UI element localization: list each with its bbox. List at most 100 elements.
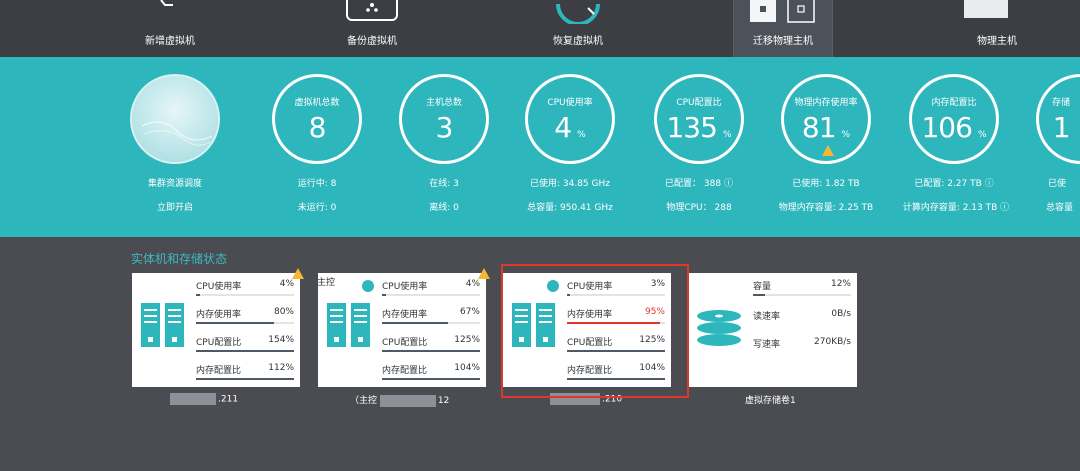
progress-fill bbox=[382, 294, 386, 296]
row-label: CPU使用率 bbox=[196, 282, 242, 292]
host-ip-suffix: 12 bbox=[437, 396, 450, 406]
progress-fill bbox=[196, 294, 200, 296]
row-label: 内存配置比 bbox=[196, 366, 242, 376]
memory-usage-row: 内存使用率 67% bbox=[382, 301, 480, 329]
warning-icon bbox=[478, 268, 490, 279]
cluster-enable-link[interactable]: 立即开启 bbox=[130, 200, 220, 213]
server-icon bbox=[141, 303, 184, 347]
cpu-used-stat: 已使用: 34.85 GHz bbox=[530, 179, 610, 189]
storage-used-stat: 已使 bbox=[1048, 179, 1067, 189]
row-label: CPU配置比 bbox=[382, 338, 428, 348]
gauge-value: 135 bbox=[666, 111, 717, 144]
progress-fill bbox=[382, 378, 480, 380]
server-icon bbox=[327, 303, 370, 347]
toolbar-label: 迁移物理主机 bbox=[753, 36, 813, 47]
toolbar-label: 备份虚拟机 bbox=[347, 36, 397, 47]
gauge-unit: % bbox=[841, 130, 851, 140]
compute-memory-stat: 计算内存容量: 2.13 TB ⓘ bbox=[894, 200, 1018, 213]
gauge-value: 3 bbox=[435, 111, 454, 144]
cpu-config-row: CPU配置比 125% bbox=[382, 329, 480, 357]
row-value: 4% bbox=[465, 279, 480, 289]
restore-vm-icon bbox=[556, 3, 600, 24]
gauge-title: 内存配置比 bbox=[931, 98, 977, 108]
redacted-ip bbox=[170, 393, 216, 405]
cluster-wave-icon bbox=[141, 121, 213, 146]
gauge-unit: % bbox=[977, 130, 987, 140]
warning-icon bbox=[822, 145, 834, 156]
memory-config-row: 内存配置比 112% bbox=[196, 357, 294, 385]
row-value: 125% bbox=[454, 335, 480, 345]
gauge-unit: % bbox=[577, 130, 586, 140]
toolbar-restore-vm[interactable]: 恢复虚拟机 bbox=[528, 0, 628, 57]
host-caption: .211 bbox=[170, 393, 238, 405]
read-rate-row: 读速率 0B/s bbox=[753, 303, 851, 331]
toolbar-label: 新增虚拟机 bbox=[145, 36, 195, 47]
host-total-gauge: 主机总数 3 bbox=[399, 74, 489, 164]
master-tag: 主控 bbox=[317, 278, 336, 288]
row-value: 104% bbox=[454, 363, 480, 373]
cpu-capacity-stat: 总容量: 950.41 GHz bbox=[527, 203, 613, 213]
cpu-usage-row: CPU使用率 4% bbox=[382, 273, 480, 301]
gauge-title: CPU配置比 bbox=[676, 98, 722, 108]
toolbar-physical-host[interactable]: 物理主机 bbox=[940, 0, 1040, 57]
memory-config-row: 内存配置比 104% bbox=[382, 357, 480, 385]
toolbar-label: 物理主机 bbox=[977, 36, 1017, 47]
vm-total-gauge: 虚拟机总数 8 bbox=[272, 74, 362, 164]
row-value: 0B/s bbox=[831, 309, 851, 319]
memory-used-stat: 已使用: 1.82 TB bbox=[792, 179, 860, 189]
toolbar-backup-vm[interactable]: 备份虚拟机 bbox=[322, 0, 422, 57]
storage-card[interactable]: 容量 12% 读速率 0B/s 写速率 270KB/s bbox=[689, 273, 857, 387]
memory-configured-stat: 已配置: 2.27 TB ⓘ bbox=[894, 176, 1014, 189]
key-icon bbox=[362, 280, 374, 292]
row-label: 内存配置比 bbox=[382, 366, 428, 376]
gauge-title: CPU使用率 bbox=[547, 98, 593, 108]
migrate-host-icon bbox=[750, 0, 815, 23]
cpu-configured-stat: 已配置： 388 ⓘ bbox=[644, 176, 754, 189]
info-icon[interactable]: ⓘ bbox=[724, 179, 733, 189]
gauge-value: 1 bbox=[1052, 111, 1071, 144]
progress-fill bbox=[382, 322, 448, 324]
cluster-label: 集群资源调度 bbox=[147, 179, 202, 189]
section-title: 实体机和存储状态 bbox=[131, 252, 228, 266]
progress-fill bbox=[753, 294, 765, 296]
storage-gauge: 存储 1 bbox=[1036, 74, 1080, 164]
row-label: 内存使用率 bbox=[196, 310, 242, 320]
toolbar-add-vm[interactable]: 新增虚拟机 bbox=[120, 0, 220, 57]
cpu-configured-text: 已配置： 388 bbox=[665, 179, 722, 189]
gauge-value: 81 bbox=[801, 111, 837, 144]
memory-usage-gauge: 物理内存使用率 81% bbox=[781, 74, 871, 164]
info-icon[interactable]: ⓘ bbox=[1000, 203, 1009, 213]
row-value: 270KB/s bbox=[814, 337, 851, 347]
memory-usage-row: 内存使用率 80% bbox=[196, 301, 294, 329]
warning-icon bbox=[292, 268, 304, 279]
gauge-value: 8 bbox=[308, 111, 327, 144]
row-value: 80% bbox=[273, 307, 294, 317]
row-value: 12% bbox=[830, 279, 851, 289]
host-card[interactable]: CPU使用率 4% 内存使用率 80% CPU配置比 154% 内存配置比 112% bbox=[132, 273, 300, 387]
row-value: 67% bbox=[459, 307, 480, 317]
storage-caption: 虚拟存储卷1 bbox=[745, 396, 796, 406]
toolbar-migrate-host[interactable]: 迁移物理主机 bbox=[733, 0, 833, 57]
highlight-box bbox=[501, 264, 689, 398]
cpu-config-row: CPU配置比 154% bbox=[196, 329, 294, 357]
host-card[interactable]: 主控 CPU使用率 4% 内存使用率 67% CPU配置比 125% 内存配置比 104… bbox=[317, 273, 486, 387]
row-value: 112% bbox=[268, 363, 294, 373]
gauge-unit: % bbox=[722, 130, 732, 140]
add-vm-icon bbox=[160, 0, 173, 6]
gauge-title: 物理内存使用率 bbox=[794, 98, 858, 108]
progress-fill bbox=[196, 378, 294, 380]
toolbar: 新增虚拟机 备份虚拟机 恢复虚拟机 迁移物理主机 物理主机 bbox=[0, 0, 1080, 57]
info-icon[interactable]: ⓘ bbox=[985, 179, 994, 189]
cpu-usage-gauge: CPU使用率 4% bbox=[525, 74, 615, 164]
row-label: CPU使用率 bbox=[382, 282, 428, 292]
row-label: CPU配置比 bbox=[196, 338, 242, 348]
memory-configured-text: 已配置: 2.27 TB bbox=[914, 179, 982, 189]
row-label: 内存使用率 bbox=[382, 310, 428, 320]
physical-host-icon bbox=[964, 0, 1008, 18]
row-value: 154% bbox=[268, 335, 294, 345]
gauge-title: 存储 bbox=[1051, 98, 1070, 108]
compute-memory-text: 计算内存容量: 2.13 TB bbox=[902, 203, 998, 213]
row-value: 4% bbox=[279, 279, 294, 289]
vm-stopped-stat: 未运行: 0 bbox=[297, 203, 337, 213]
write-rate-row: 写速率 270KB/s bbox=[753, 331, 851, 359]
